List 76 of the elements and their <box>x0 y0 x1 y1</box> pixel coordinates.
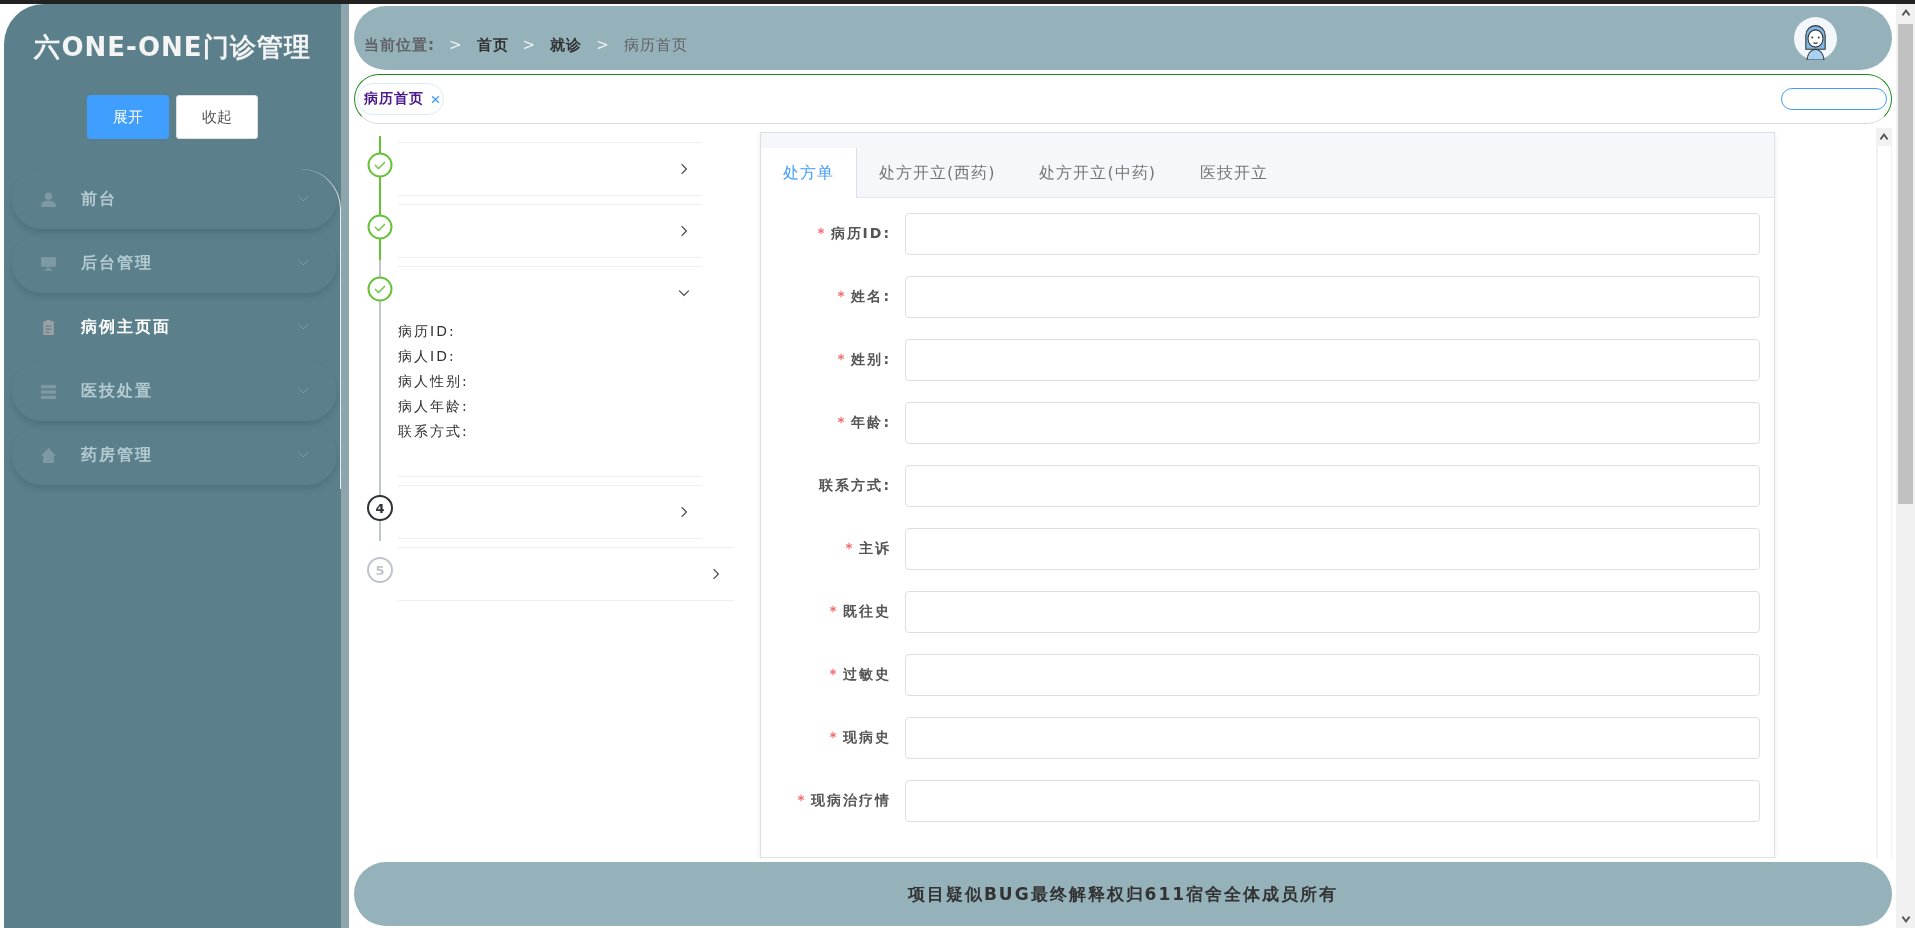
form-tab[interactable]: 医技开立 <box>1177 148 1290 198</box>
input-field[interactable] <box>905 339 1760 381</box>
input-field[interactable] <box>905 402 1760 444</box>
asterisk-icon <box>837 290 846 298</box>
field-label: 过敏史 <box>843 666 891 684</box>
breadcrumb-link[interactable]: 首页 <box>476 35 509 55</box>
menu-item[interactable]: 前台 <box>12 169 337 229</box>
footer-text: 项目疑似BUG最终解释权归611宿舍全体成员所有 <box>907 882 1339 906</box>
breadcrumb-label: 当前位置: <box>364 35 435 55</box>
menu-item[interactable]: 药房管理 <box>12 425 337 485</box>
input-field[interactable] <box>905 528 1760 570</box>
chevron-down-icon <box>297 195 309 203</box>
detail-label: 病人性别: <box>398 372 470 391</box>
tab-label[interactable]: 病历首页 <box>364 90 424 108</box>
detail-label: 病人年龄: <box>398 397 470 416</box>
menu-label[interactable]: 药房管理 <box>81 444 297 466</box>
input-field[interactable] <box>905 717 1760 759</box>
list-icon <box>40 382 57 400</box>
input-field[interactable] <box>905 654 1760 696</box>
menu-item[interactable]: 后台管理 <box>12 233 337 293</box>
input-field[interactable] <box>905 780 1760 822</box>
clipboard-icon <box>40 318 57 336</box>
asterisk-icon <box>837 353 846 361</box>
field-label: 现病史 <box>843 729 891 747</box>
menu-item[interactable]: 病例主页面 <box>12 297 337 357</box>
asterisk-icon <box>797 794 805 802</box>
detail-label: 病历ID: <box>398 322 457 341</box>
menu-label[interactable]: 前台 <box>81 188 297 210</box>
asterisk-icon <box>829 731 837 739</box>
step-number: 4 <box>367 495 393 521</box>
chevron-down-icon <box>297 451 309 459</box>
breadcrumb-separator: > <box>522 36 537 54</box>
scrollbar[interactable] <box>1896 4 1915 928</box>
asterisk-icon <box>845 542 853 550</box>
breadcrumb-separator: > <box>596 36 610 54</box>
input-field[interactable] <box>905 276 1760 318</box>
detail-label: 联系方式: <box>398 422 470 441</box>
chevron-down-icon <box>297 387 309 395</box>
field-label: 姓名: <box>851 288 891 306</box>
step-number: 5 <box>367 557 393 583</box>
menu-label[interactable]: 医技处置 <box>81 380 297 402</box>
monitor-icon <box>40 254 57 272</box>
form-tab[interactable]: 处方开立(西药) <box>857 148 1018 198</box>
chevron-down-icon <box>297 259 309 267</box>
close-icon[interactable] <box>430 93 441 105</box>
field-label: 联系方式: <box>819 477 891 495</box>
form-tab[interactable]: 处方开立(中药) <box>1017 148 1178 198</box>
field-label: 年龄: <box>851 414 891 432</box>
menu-label[interactable]: 后台管理 <box>81 252 297 274</box>
asterisk-icon <box>829 668 837 676</box>
expand-button[interactable]: 展开 <box>87 95 169 139</box>
input-field[interactable] <box>905 465 1760 507</box>
field-label: 现病治疗情 <box>811 792 891 810</box>
detail-label: 病人ID: <box>398 347 457 366</box>
app-title: 六ONE-ONE门诊管理 <box>34 31 311 64</box>
asterisk-icon <box>816 227 825 235</box>
asterisk-icon <box>837 416 846 424</box>
asterisk-icon <box>829 605 837 613</box>
scrollbar[interactable] <box>341 4 349 928</box>
breadcrumb-separator: > <box>449 36 463 54</box>
avatar-icon[interactable] <box>1794 16 1837 60</box>
field-label: 姓别: <box>851 351 891 369</box>
collapse-button[interactable]: 收起 <box>176 95 258 139</box>
field-label: 病历ID: <box>830 225 891 243</box>
chevron-down-icon <box>297 323 309 331</box>
form-tab[interactable]: 处方单 <box>761 148 857 198</box>
menu-item[interactable]: 医技处置 <box>12 361 337 421</box>
user-icon <box>40 190 57 208</box>
breadcrumb-link[interactable]: 就诊 <box>550 35 583 55</box>
menu-label[interactable]: 病例主页面 <box>81 316 297 338</box>
scrollbar[interactable] <box>1876 128 1892 858</box>
field-label: 主诉 <box>859 540 891 558</box>
input-field[interactable] <box>905 213 1760 255</box>
house-icon <box>40 446 57 464</box>
input-field[interactable] <box>905 591 1760 633</box>
field-label: 既往史 <box>843 603 891 621</box>
